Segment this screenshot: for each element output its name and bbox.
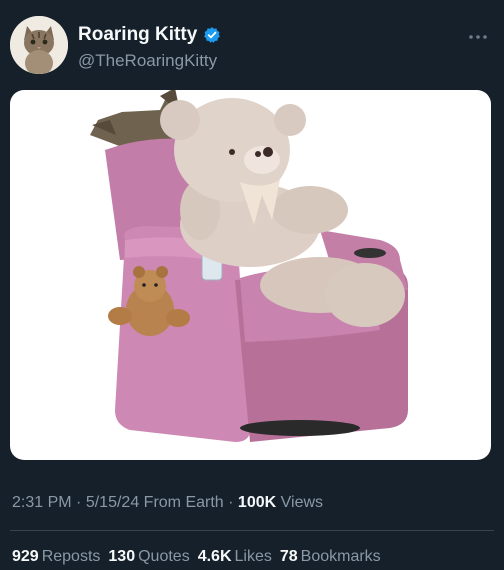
bookmarks-label: Bookmarks: [300, 548, 381, 565]
divider: [10, 530, 494, 531]
bookmarks-stat[interactable]: 78 Bookmarks: [280, 548, 381, 566]
views-label: Views: [280, 494, 324, 511]
separator-dot: ·: [76, 494, 82, 511]
tweet-source: From Earth: [143, 494, 224, 511]
cat-avatar-icon: [10, 16, 68, 74]
tweet-date[interactable]: 5/15/24: [86, 494, 139, 511]
verified-badge-icon[interactable]: [203, 26, 221, 44]
more-dots-icon[interactable]: [468, 28, 488, 39]
quotes-label: Quotes: [138, 548, 190, 565]
reposts-count: 929: [12, 548, 39, 565]
views-count: 100K: [237, 494, 277, 511]
tweet-meta-line: 2:31 PM · 5/15/24 From Earth · 100K View…: [12, 494, 323, 512]
tweet-media-image[interactable]: [10, 90, 491, 460]
display-name[interactable]: Roaring Kitty: [78, 24, 197, 46]
handle[interactable]: @TheRoaringKitty: [78, 51, 217, 71]
tweet-time[interactable]: 2:31 PM: [12, 494, 72, 511]
likes-count: 4.6K: [197, 548, 232, 565]
avatar[interactable]: [10, 16, 68, 74]
quotes-stat[interactable]: 130 Quotes: [108, 548, 189, 566]
teddy-bear-recliner-photo: [90, 90, 408, 442]
author-name-row: Roaring Kitty: [78, 24, 221, 46]
bookmarks-count: 78: [279, 548, 298, 565]
quotes-count: 130: [108, 548, 136, 565]
likes-label: Likes: [234, 548, 272, 565]
engagement-stats: 929 Reposts 130 Quotes 4.6K Likes 78 Bookmar…: [12, 548, 381, 566]
separator-dot: ·: [228, 494, 234, 511]
reposts-stat[interactable]: 929 Reposts: [12, 548, 100, 566]
reposts-label: Reposts: [41, 548, 101, 565]
likes-stat[interactable]: 4.6K Likes: [198, 548, 272, 566]
